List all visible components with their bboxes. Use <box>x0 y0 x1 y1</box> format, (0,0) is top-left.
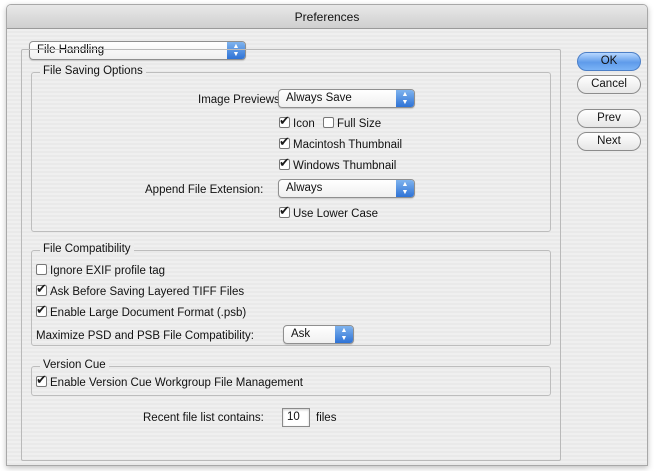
next-button[interactable]: Next <box>577 132 641 151</box>
recent-files-suffix: files <box>316 412 337 424</box>
checkmark-icon <box>36 282 47 296</box>
file-saving-group: File Saving Options Image Previews: Alwa… <box>31 65 551 232</box>
ask-tiff-checkbox-label: Ask Before Saving Layered TIFF Files <box>50 286 245 298</box>
recent-files-input[interactable]: 10 <box>282 408 310 427</box>
image-previews-select[interactable]: Always Save ▲ ▼ <box>278 89 415 108</box>
mac-thumbnail-checkbox-label: Macintosh Thumbnail <box>293 139 403 151</box>
ask-tiff-checkbox[interactable]: Ask Before Saving Layered TIFF Files <box>36 282 245 299</box>
maximize-compat-value: Ask <box>291 328 311 340</box>
version-cue-group: Version Cue Enable Version Cue Workgroup… <box>31 359 551 396</box>
lower-case-checkbox[interactable]: Use Lower Case <box>279 204 379 221</box>
ignore-exif-checkbox-label: Ignore EXIF profile tag <box>50 265 166 277</box>
icon-checkbox-label: Icon <box>293 118 315 130</box>
updown-arrows-icon: ▲ ▼ <box>396 90 414 107</box>
updown-arrows-icon: ▲ ▼ <box>396 180 414 197</box>
recent-files-label: Recent file list contains: <box>143 412 264 424</box>
preferences-window: Preferences File Handling ▲ ▼ File Saving… <box>6 4 648 466</box>
checkmark-icon <box>279 114 290 128</box>
version-cue-checkbox[interactable]: Enable Version Cue Workgroup File Manage… <box>36 373 303 390</box>
checkmark-icon <box>279 156 290 170</box>
win-thumbnail-checkbox[interactable]: Windows Thumbnail <box>279 156 397 173</box>
append-extension-value: Always <box>286 182 323 194</box>
maximize-compat-select[interactable]: Ask ▲ ▼ <box>283 325 354 344</box>
image-previews-label: Image Previews: <box>198 94 284 106</box>
append-extension-select[interactable]: Always ▲ ▼ <box>278 179 415 198</box>
updown-arrows-icon: ▲ ▼ <box>335 326 353 343</box>
version-cue-group-label: Version Cue <box>40 359 109 371</box>
preferences-panel: File Saving Options Image Previews: Alwa… <box>21 49 561 461</box>
mac-thumbnail-checkbox[interactable]: Macintosh Thumbnail <box>279 135 403 152</box>
full-size-checkbox[interactable]: Full Size <box>323 117 381 131</box>
ignore-exif-checkbox[interactable]: Ignore EXIF profile tag <box>36 264 165 278</box>
icon-checkbox[interactable]: Icon <box>279 114 315 131</box>
large-doc-checkbox[interactable]: Enable Large Document Format (.psb) <box>36 303 247 320</box>
lower-case-checkbox-label: Use Lower Case <box>293 208 379 220</box>
checkbox-empty-icon <box>323 117 334 128</box>
dialog-content: File Handling ▲ ▼ File Saving Options Ima… <box>7 29 647 465</box>
image-previews-value: Always Save <box>286 92 352 104</box>
ok-button[interactable]: OK <box>577 52 641 71</box>
checkmark-icon <box>279 204 290 218</box>
file-compat-group-label: File Compatibility <box>40 243 134 255</box>
window-title: Preferences <box>7 5 647 29</box>
win-thumbnail-checkbox-label: Windows Thumbnail <box>293 160 397 172</box>
cancel-button[interactable]: Cancel <box>577 75 641 94</box>
checkmark-icon <box>36 303 47 317</box>
version-cue-checkbox-label: Enable Version Cue Workgroup File Manage… <box>50 377 303 389</box>
checkmark-icon <box>279 135 290 149</box>
file-compat-group: File Compatibility Ignore EXIF profile t… <box>31 243 551 346</box>
checkmark-icon <box>36 373 47 387</box>
file-saving-group-label: File Saving Options <box>40 65 146 77</box>
checkbox-empty-icon <box>36 264 47 275</box>
full-size-checkbox-label: Full Size <box>337 118 382 130</box>
prev-button[interactable]: Prev <box>577 109 641 128</box>
append-extension-label: Append File Extension: <box>145 184 264 196</box>
maximize-compat-label: Maximize PSD and PSB File Compatibility: <box>36 330 254 342</box>
large-doc-checkbox-label: Enable Large Document Format (.psb) <box>50 307 247 319</box>
